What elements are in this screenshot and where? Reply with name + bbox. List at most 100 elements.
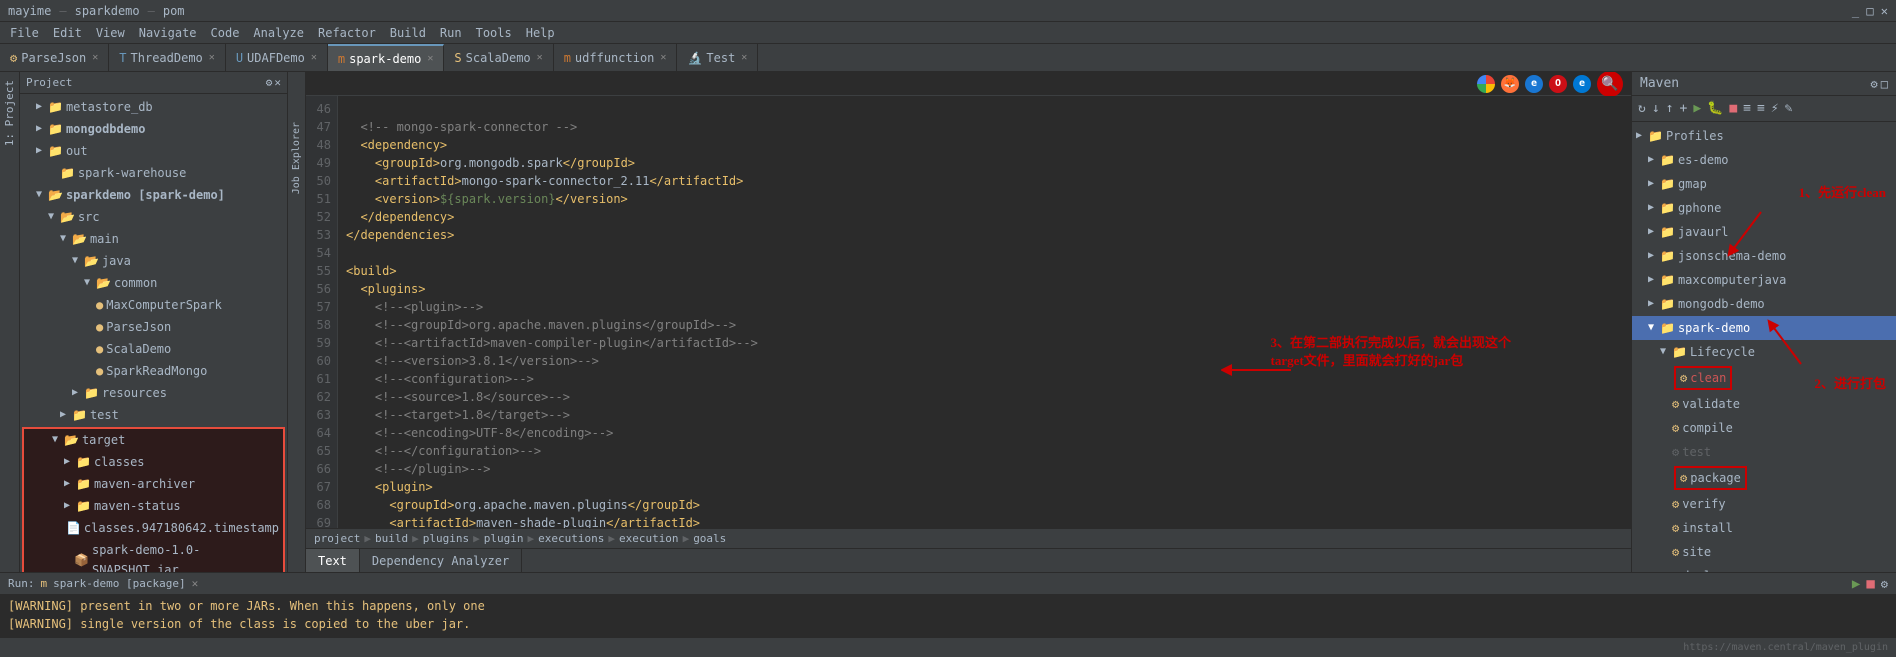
tree-item-spark-warehouse[interactable]: 📁 spark-warehouse [20, 162, 287, 184]
tree-item-classes[interactable]: ▶ 📁 classes [24, 451, 283, 473]
menu-edit[interactable]: Edit [47, 26, 88, 40]
tab-spark-demo[interactable]: m spark-demo ✕ [328, 44, 445, 72]
tab-threaddemo-close[interactable]: ✕ [209, 52, 215, 63]
tab-parsejson[interactable]: ⚙ ParseJson ✕ [0, 44, 109, 72]
tree-item-maven-status[interactable]: ▶ 📁 maven-status [24, 495, 283, 517]
maven-item-test[interactable]: ⚙ test [1632, 440, 1896, 464]
breadcrumb-executions[interactable]: executions [538, 532, 604, 545]
maven-item-javaurl[interactable]: ▶ 📁 javaurl [1632, 220, 1896, 244]
maven-item-verify[interactable]: ⚙ verify [1632, 492, 1896, 516]
maven-btn-skip-tests[interactable]: ≡ [1741, 101, 1753, 116]
tab-udffunction-close[interactable]: ✕ [660, 52, 666, 63]
menu-build[interactable]: Build [384, 26, 432, 40]
maven-item-spark-demo[interactable]: ▼ 📁 spark-demo [1632, 316, 1896, 340]
tab-dependency-analyzer[interactable]: Dependency Analyzer [360, 549, 522, 573]
maven-btn-add[interactable]: + [1677, 101, 1689, 116]
code-editor[interactable]: <!-- mongo-spark-connector --> <dependen… [338, 96, 1631, 528]
menu-help[interactable]: Help [520, 26, 561, 40]
menu-navigate[interactable]: Navigate [133, 26, 203, 40]
run-play-button[interactable]: ▶ [1852, 576, 1860, 592]
tab-parsejson-close[interactable]: ✕ [92, 52, 98, 63]
project-panel-settings[interactable]: ⚙ [266, 76, 273, 89]
edge-icon[interactable]: e [1573, 75, 1591, 93]
maven-btn-upload[interactable]: ↑ [1664, 101, 1676, 116]
run-gear-button[interactable]: ⚙ [1881, 577, 1888, 591]
maven-settings-icon[interactable]: ⚙ [1871, 77, 1878, 91]
tree-item-snapshot-jar[interactable]: 📦 spark-demo-1.0-SNAPSHOT.jar [24, 539, 283, 572]
menu-view[interactable]: View [90, 26, 131, 40]
run-stop-button[interactable]: ■ [1866, 576, 1874, 592]
tab-spark-demo-close[interactable]: ✕ [427, 53, 433, 64]
maven-item-es-demo[interactable]: ▶ 📁 es-demo [1632, 148, 1896, 172]
tree-item-parsejson[interactable]: ● ParseJson [20, 316, 287, 338]
tab-udafdemo[interactable]: U UDAFDemo ✕ [226, 44, 328, 72]
run-close[interactable]: ✕ [192, 577, 199, 590]
maven-item-gmap[interactable]: ▶ 📁 gmap [1632, 172, 1896, 196]
firefox-icon[interactable]: 🦊 [1501, 75, 1519, 93]
maven-item-profiles[interactable]: ▶ 📁 Profiles [1632, 124, 1896, 148]
maven-item-install[interactable]: ⚙ install [1632, 516, 1896, 540]
tree-item-resources[interactable]: ▶ 📁 resources [20, 382, 287, 404]
maven-item-jsonschema-demo[interactable]: ▶ 📁 jsonschema-demo [1632, 244, 1896, 268]
breadcrumb-plugins[interactable]: plugins [423, 532, 469, 545]
maven-btn-download[interactable]: ↓ [1650, 101, 1662, 116]
maven-item-maxcomputerjava[interactable]: ▶ 📁 maxcomputerjava [1632, 268, 1896, 292]
tree-item-common[interactable]: ▼ 📂 common [20, 272, 287, 294]
tree-item-maven-archiver[interactable]: ▶ 📁 maven-archiver [24, 473, 283, 495]
menu-code[interactable]: Code [205, 26, 246, 40]
menu-file[interactable]: File [4, 26, 45, 40]
tree-item-test[interactable]: ▶ 📁 test [20, 404, 287, 426]
job-explorer-label[interactable]: Job Explorer [291, 122, 302, 194]
tree-item-mongodbdemo[interactable]: ▶ 📁 mongodbdemo [20, 118, 287, 140]
chrome-icon[interactable] [1477, 75, 1495, 93]
ie-icon[interactable]: e [1525, 75, 1543, 93]
menu-refactor[interactable]: Refactor [312, 26, 382, 40]
maven-btn-settings2[interactable]: ⚡ [1769, 101, 1781, 116]
search-button[interactable]: 🔍 [1597, 72, 1623, 97]
tree-item-main[interactable]: ▼ 📂 main [20, 228, 287, 250]
tab-test-close[interactable]: ✕ [741, 52, 747, 63]
maven-item-lifecycle[interactable]: ▼ 📁 Lifecycle [1632, 340, 1896, 364]
maven-btn-refresh[interactable]: ↻ [1636, 101, 1648, 116]
tree-item-maxcomputerspark[interactable]: ● MaxComputerSpark [20, 294, 287, 316]
tab-text[interactable]: Text [306, 549, 360, 573]
breadcrumb-execution[interactable]: execution [619, 532, 679, 545]
tree-item-scalademo[interactable]: ● ScalaDemo [20, 338, 287, 360]
breadcrumb-plugin[interactable]: plugin [484, 532, 524, 545]
tree-item-src[interactable]: ▼ 📂 src [20, 206, 287, 228]
opera-icon[interactable]: O [1549, 75, 1567, 93]
project-explorer-icon[interactable]: 1: Project [3, 80, 16, 146]
tab-udffunction[interactable]: m udffunction ✕ [554, 44, 678, 72]
maven-item-site[interactable]: ⚙ site [1632, 540, 1896, 564]
project-panel-close[interactable]: ✕ [274, 76, 281, 89]
maven-btn-edit[interactable]: ✎ [1783, 101, 1795, 116]
tree-item-sparkdemo[interactable]: ▼ 📂 sparkdemo [spark-demo] [20, 184, 287, 206]
tree-item-target[interactable]: ▼ 📂 target [24, 429, 283, 451]
breadcrumb-build[interactable]: build [375, 532, 408, 545]
tree-item-sparkreadmongo[interactable]: ● SparkReadMongo [20, 360, 287, 382]
maven-expand-icon[interactable]: □ [1881, 77, 1888, 91]
maven-btn-debug[interactable]: 🐛 [1705, 101, 1725, 116]
tree-item-java[interactable]: ▼ 📂 java [20, 250, 287, 272]
maven-item-package[interactable]: ⚙ package [1634, 464, 1894, 492]
window-controls[interactable]: _ □ ✕ [1852, 4, 1888, 18]
maven-item-mongodb-demo[interactable]: ▶ 📁 mongodb-demo [1632, 292, 1896, 316]
menu-analyze[interactable]: Analyze [247, 26, 310, 40]
tree-item-timestamp[interactable]: 📄 classes.947180642.timestamp [24, 517, 283, 539]
maven-item-validate[interactable]: ⚙ validate [1632, 392, 1896, 416]
maven-item-deploy[interactable]: ⚙ deploy [1632, 564, 1896, 572]
menu-tools[interactable]: Tools [470, 26, 518, 40]
maven-item-gphone[interactable]: ▶ 📁 gphone [1632, 196, 1896, 220]
tree-item-metastore-db[interactable]: ▶ 📁 metastore_db [20, 96, 287, 118]
maven-btn-stop[interactable]: ■ [1727, 101, 1739, 116]
tab-udafdemo-close[interactable]: ✕ [311, 52, 317, 63]
menu-run[interactable]: Run [434, 26, 468, 40]
tab-test[interactable]: 🔬 Test ✕ [677, 44, 758, 72]
tab-threaddemo[interactable]: T ThreadDemo ✕ [109, 44, 226, 72]
tab-scalademo[interactable]: S ScalaDemo ✕ [444, 44, 553, 72]
tree-item-out[interactable]: ▶ 📁 out [20, 140, 287, 162]
maven-btn-run[interactable]: ▶ [1691, 101, 1703, 116]
maven-btn-profiles[interactable]: ≡ [1755, 101, 1767, 116]
maven-item-compile[interactable]: ⚙ compile [1632, 416, 1896, 440]
maven-item-clean[interactable]: ⚙ clean [1634, 364, 1894, 392]
